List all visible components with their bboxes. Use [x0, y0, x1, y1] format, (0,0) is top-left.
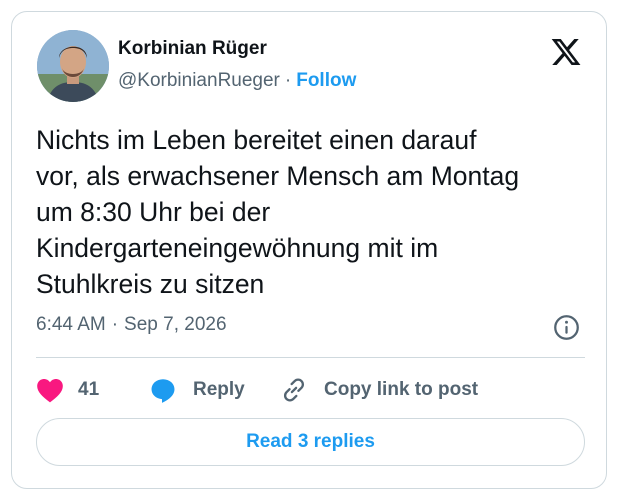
info-icon[interactable]: [553, 314, 580, 341]
x-logo-icon[interactable]: [549, 36, 583, 68]
tweet-line: Stuhlkreis zu sitzen: [36, 269, 265, 299]
like-count: 41: [78, 379, 100, 400]
avatar[interactable]: [37, 30, 109, 102]
heart-icon: [36, 377, 64, 403]
separator-dot: ·: [284, 70, 292, 91]
follow-button[interactable]: Follow: [296, 70, 356, 91]
reply-button[interactable]: Reply: [149, 370, 245, 410]
tweet-date: Sep 7, 2026: [124, 314, 227, 335]
copy-link-button[interactable]: Copy link to post: [280, 370, 478, 410]
tweet-text: Nichts im Leben bereitet einen darauf vo…: [36, 122, 591, 302]
copy-link-label: Copy link to post: [324, 379, 479, 400]
action-bar: 41 Reply Copy link to post: [36, 370, 585, 410]
tweet-line: Kindergarteneingewöhnung mit im: [36, 233, 439, 263]
tweet-line: Nichts im Leben bereitet einen darauf: [36, 125, 477, 155]
reply-label: Reply: [193, 379, 245, 400]
like-button[interactable]: 41: [36, 370, 99, 410]
author-name[interactable]: Korbinian Rüger: [118, 38, 267, 60]
tweet-card: Korbinian Rüger @KorbinianRueger · Follow …: [11, 11, 607, 489]
tweet-line: um 8:30 Uhr bei der: [36, 197, 271, 227]
link-icon: [280, 376, 308, 404]
divider: [36, 357, 585, 358]
separator-dot: ·: [111, 314, 119, 335]
timestamp-link[interactable]: 6:44 AM · Sep 7, 2026: [36, 314, 227, 336]
read-replies-button[interactable]: Read 3 replies: [36, 418, 585, 466]
author-handle-row: @KorbinianRueger · Follow: [118, 70, 356, 92]
tweet-time: 6:44 AM: [36, 314, 106, 335]
tweet-line: vor, als erwachsener Mensch am Montag: [36, 161, 520, 191]
author-handle[interactable]: @KorbinianRueger: [118, 70, 280, 91]
speech-bubble-icon: [149, 377, 177, 404]
